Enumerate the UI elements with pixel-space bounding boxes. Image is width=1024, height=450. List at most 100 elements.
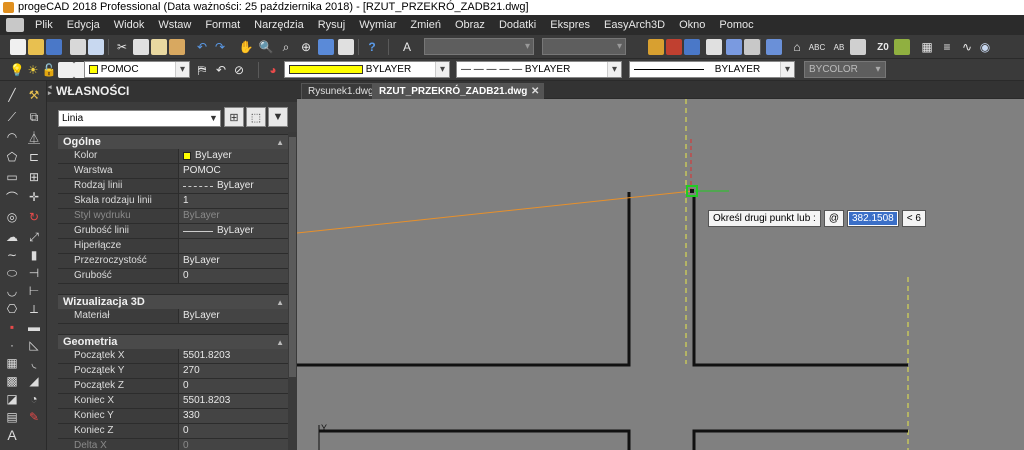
stats-icon[interactable]: ≡ [938,38,956,56]
table-row[interactable]: Początek Z 0 [58,379,288,394]
spline-tool-icon[interactable]: ∼ [4,247,20,263]
prop-value[interactable]: 0 [179,424,288,438]
region-tool-icon[interactable]: ◪ [4,391,20,407]
prop-value[interactable]: ByLayer [179,224,288,238]
dimension-style-select[interactable] [542,38,626,55]
mtext-tool-icon[interactable]: A [4,427,20,443]
zero-icon[interactable]: Z0 [874,38,892,56]
copy-tool-icon[interactable]: ⧉ [26,109,42,125]
table-row[interactable]: Skala rodzaju linii 1 [58,194,288,209]
revcloud-tool-icon[interactable]: ☁ [4,229,20,245]
viewport-freeze-icon[interactable] [58,62,74,78]
tab-rzut-przekro[interactable]: RZUT_PRZEKRÓ_ZADB21.dwg ✕ [372,83,545,100]
drawing-canvas[interactable]: Y Określ drugi punkt lub : @ 382.1508 < … [297,99,1024,450]
table-row[interactable]: Kolor ByLayer [58,149,288,164]
spell-check-icon[interactable]: ABC [808,38,826,56]
prop-value[interactable]: 5501.8203 [179,394,288,408]
table-tool-icon[interactable]: ▤ [4,409,20,425]
table-row[interactable]: Materiał ByLayer [58,309,288,324]
menu-narzedzia[interactable]: Narzędzia [247,15,311,35]
design-center-icon[interactable] [726,39,742,55]
table-row[interactable]: Styl wydruku ByLayer [58,209,288,224]
stretch-tool-icon[interactable]: ▮ [26,247,42,263]
menu-ekspres[interactable]: Ekspres [543,15,597,35]
match-properties-icon[interactable] [169,39,185,55]
close-icon[interactable]: ✕ [531,84,539,100]
select-objects-button[interactable]: ⬚ [246,107,266,127]
color-wheel-icon[interactable]: ◕ [264,61,282,79]
menu-easyarch3d[interactable]: EasyArch3D [597,15,672,35]
menu-okno[interactable]: Okno [672,15,712,35]
table-row[interactable]: Koniec Y 330 [58,409,288,424]
lock-icon[interactable]: 🔓 [40,61,58,79]
prop-value[interactable]: ByLayer [179,254,288,268]
join-tool-icon[interactable]: ▬ [26,319,42,335]
save-icon[interactable] [46,39,62,55]
menu-edycja[interactable]: Edycja [60,15,107,35]
fillet-tool-icon[interactable]: ◟ [26,355,42,371]
color-select[interactable]: BYLAYER ▾ [284,61,450,78]
table-row[interactable]: Początek Y 270 [58,364,288,379]
point-tool-icon[interactable]: ▪ [4,319,20,335]
prop-value[interactable]: ByLayer [179,149,288,163]
open-file-icon[interactable] [28,39,44,55]
prop-value[interactable]: ByLayer [179,179,288,193]
object-type-select[interactable]: Linia ▼ [58,110,221,127]
section-3d-visualization[interactable]: Wizualizacja 3D ▲ [58,294,288,309]
menu-zmien[interactable]: Zmień [403,15,448,35]
paste-icon[interactable] [151,39,167,55]
text-icon[interactable] [850,39,866,55]
layer-state-icon[interactable] [666,39,682,55]
circle-tool-icon[interactable]: ◎ [4,209,20,225]
lineweight-select[interactable]: BYLAYER ▾ [629,61,795,78]
layer-isolate-icon[interactable]: ⊘ [230,61,248,79]
toggle-pickadd-button[interactable]: ⊞ [224,107,244,127]
quick-select-button[interactable]: ▼ [268,107,288,127]
prop-value[interactable]: 1 [179,194,288,208]
scrollbar-thumb[interactable] [289,137,296,377]
menu-widok[interactable]: Widok [107,15,152,35]
explode-tool-icon[interactable]: ◢ [26,373,42,389]
zoom-realtime-icon[interactable]: 🔍 [257,38,275,56]
offset-tool-icon[interactable]: ⊏ [26,149,42,165]
menu-format[interactable]: Format [198,15,247,35]
pan-icon[interactable]: ✋ [237,38,255,56]
table-row[interactable]: Koniec Z 0 [58,424,288,439]
collapse-icon[interactable]: ▲ [276,135,284,150]
menu-dodatki[interactable]: Dodatki [492,15,543,35]
mirror-tool-icon[interactable]: ⏅ [26,129,42,145]
arc-tool-icon[interactable]: ◠ [4,129,20,145]
distance-input[interactable]: 382.1508 [846,210,899,227]
print-preview-icon[interactable] [88,39,104,55]
table-row[interactable]: Przezroczystość ByLayer [58,254,288,269]
menu-plik[interactable]: Plik [28,15,60,35]
menu-rysuj[interactable]: Rysuj [311,15,353,35]
redo-icon[interactable]: ↷ [211,38,229,56]
sheet-set-icon[interactable] [766,39,782,55]
text-style-icon[interactable]: A [398,38,416,56]
scale-tool-icon[interactable]: ⤢ [26,229,42,245]
table-row[interactable]: Koniec X 5501.8203 [58,394,288,409]
layer-previous-icon[interactable] [684,39,700,55]
array-tool-icon[interactable]: ⊞ [26,169,42,185]
polyline-tool-icon[interactable]: ⟋ [4,109,20,125]
cleanup-icon[interactable] [894,39,910,55]
copy-icon[interactable] [133,39,149,55]
layer-previous-icon[interactable]: ↶ [212,61,230,79]
section-general[interactable]: Ogólne ▲ [58,134,288,149]
new-file-icon[interactable] [10,39,26,55]
erase-tool-icon[interactable]: ⚒ [26,87,42,103]
extend-tool-icon[interactable]: ⊢ [26,283,42,299]
aerial-view-icon[interactable] [318,39,334,55]
chamfer-tool-icon[interactable]: ◺ [26,337,42,353]
polygon-tool-icon[interactable]: ⬠ [4,149,20,165]
table-row[interactable]: Warstwa POMOC [58,164,288,179]
prop-value[interactable]: 0 [179,269,288,283]
help-icon[interactable]: ? [363,38,381,56]
prop-value[interactable]: 5501.8203 [179,349,288,363]
table-row[interactable]: Hiperłącze [58,239,288,254]
linetype-select[interactable]: — — — — — BYLAYER ▾ [456,61,622,78]
prop-value[interactable]: 330 [179,409,288,423]
explorer-icon[interactable] [706,39,722,55]
collapse-icon[interactable]: ▲ [276,295,284,310]
